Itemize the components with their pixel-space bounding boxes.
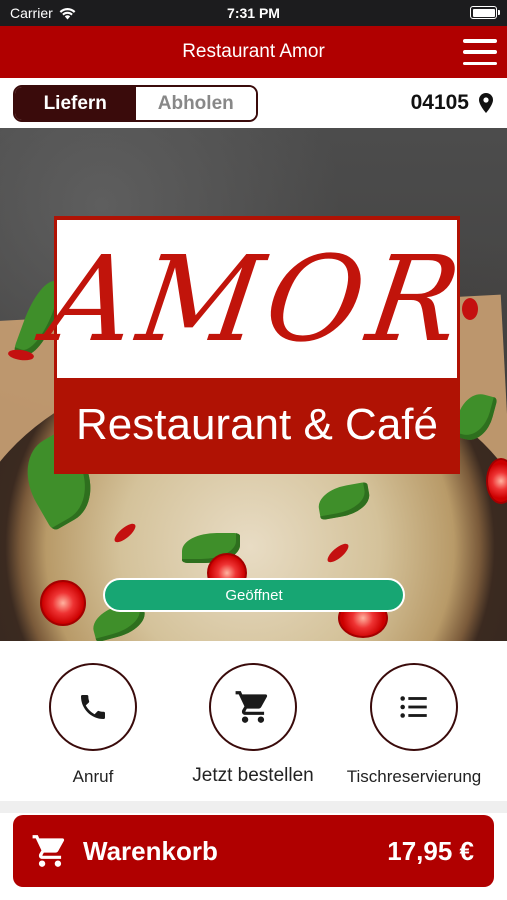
call-button[interactable]: Anruf (8, 663, 178, 787)
tomato-slice (40, 580, 86, 626)
postal-code: 04105 (410, 91, 469, 114)
hamburger-menu-icon[interactable] (463, 39, 497, 65)
cart-total: 17,95 € (387, 835, 474, 866)
table-reservation-label: Tischreservierung (346, 767, 482, 786)
cart-label: Warenkorb (83, 835, 218, 866)
restaurant-logo: AMOR Restaurant & Café (39, 216, 475, 474)
order-mode-row: Liefern Abholen 04105 (0, 78, 507, 128)
call-label: Anruf (72, 767, 114, 786)
battery-icon (470, 6, 500, 19)
open-status-badge: Geöffnet (103, 578, 405, 612)
status-bar: Carrier 7:31 PM (0, 0, 507, 26)
shopping-cart-icon (32, 835, 65, 867)
hero-banner: AMOR Restaurant & Café Geöffnet (0, 128, 507, 641)
phone-icon (81, 695, 105, 719)
status-time: 7:31 PM (227, 5, 280, 21)
table-reservation-button[interactable]: Tischreservierung (329, 663, 499, 787)
order-mode-toggle: Liefern Abholen (13, 85, 258, 122)
quick-actions: Anruf Jetzt bestellen Tischreservierung (0, 641, 507, 801)
nav-bar: Restaurant Amor (0, 26, 507, 78)
postal-code-selector[interactable]: 04105 (411, 91, 493, 115)
pickup-tab[interactable]: Abholen (135, 87, 256, 120)
cart-icon (235, 691, 268, 723)
logo-subtitle: Restaurant & Café (76, 400, 438, 449)
location-pin-icon (479, 93, 493, 113)
order-now-label: Jetzt bestellen (192, 765, 314, 786)
deliver-tab[interactable]: Liefern (15, 87, 136, 120)
page-title: Restaurant Amor (182, 41, 325, 62)
section-divider (0, 801, 507, 813)
list-icon (400, 696, 427, 718)
order-now-button[interactable]: Jetzt bestellen (168, 663, 338, 787)
logo-brand-text: AMOR (39, 230, 475, 368)
cart-button[interactable]: Warenkorb 17,95 € (13, 815, 494, 887)
